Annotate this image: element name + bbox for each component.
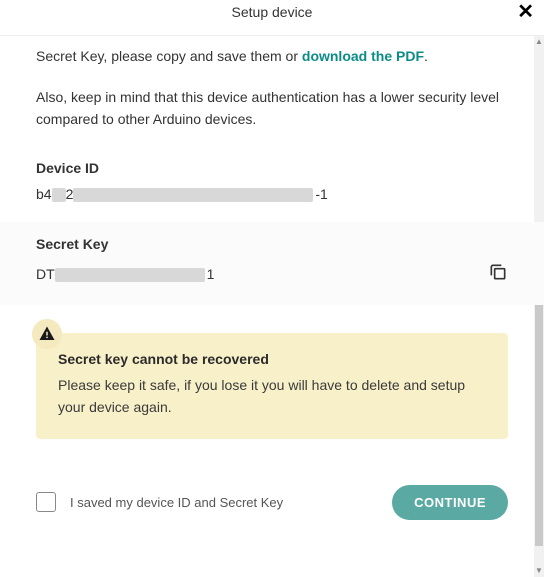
setup-device-modal: Setup device ✕ ▲ ▼ Secret Key, please co… [0,0,544,577]
device-id-suffix: -1 [315,186,327,202]
intro-text: Secret Key, please copy and save them or… [36,46,508,68]
continue-button[interactable]: CONTINUE [392,485,508,520]
secret-key-value: DT 1 [36,266,214,284]
footer-row: I saved my device ID and Secret Key CONT… [36,485,508,520]
alert-box: Secret key cannot be recovered Please ke… [36,333,508,438]
intro-suffix: . [424,48,428,64]
copy-icon[interactable] [488,262,508,287]
device-id-section: Device ID b4 2 -1 [36,160,508,204]
secret-key-section: Secret Key DT 1 [0,222,544,305]
redacted-block [73,188,313,202]
download-pdf-link[interactable]: download the PDF [302,48,424,64]
scroll-up-arrow[interactable]: ▲ [534,36,544,48]
close-button[interactable]: ✕ [517,2,534,22]
alert-text: Please keep it safe, if you lose it you … [58,375,488,418]
device-id-mid: 2 [66,186,74,202]
device-id-value: b4 2 -1 [36,186,508,204]
scroll-down-arrow[interactable]: ▼ [534,565,544,577]
security-note: Also, keep in mind that this device auth… [36,86,508,131]
modal-title: Setup device [232,4,313,20]
modal-header: Setup device ✕ [0,0,544,36]
alert-title: Secret key cannot be recovered [58,351,488,367]
confirm-checkbox[interactable] [36,492,56,512]
redacted-block [55,268,205,282]
secret-key-suffix: 1 [207,266,215,282]
device-id-prefix: b4 [36,186,52,202]
warning-icon [32,319,62,349]
confirm-checkbox-label: I saved my device ID and Secret Key [70,495,378,510]
secret-key-label: Secret Key [36,236,508,252]
scrollbar[interactable]: ▲ ▼ [534,36,544,577]
redacted-block [52,188,66,202]
secret-key-prefix: DT [36,266,55,282]
device-id-label: Device ID [36,160,508,176]
intro-prefix: Secret Key, please copy and save them or [36,48,302,64]
